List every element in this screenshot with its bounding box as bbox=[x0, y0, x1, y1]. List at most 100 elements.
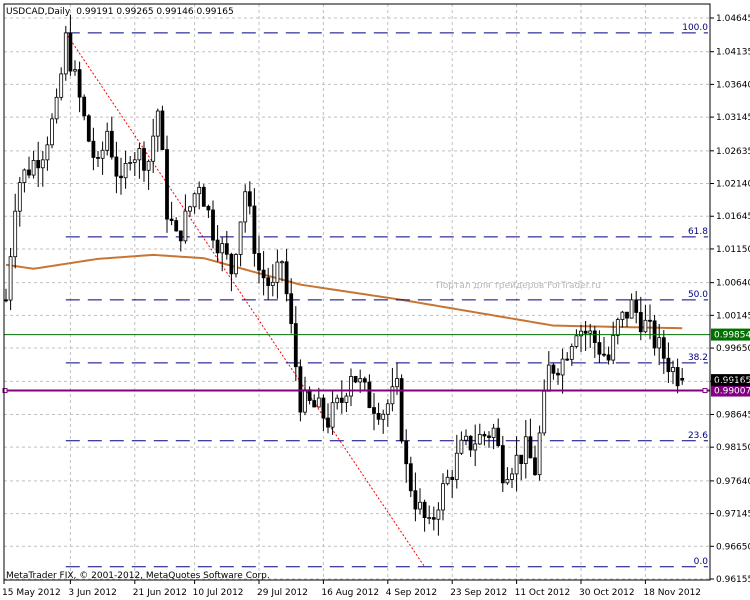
candle-body bbox=[192, 193, 197, 208]
candle bbox=[165, 135, 169, 233]
candle bbox=[96, 150, 100, 167]
y-tick-label: 1.02140 bbox=[716, 180, 750, 190]
candle bbox=[362, 376, 367, 391]
candle-body bbox=[459, 439, 464, 454]
candle-body bbox=[289, 293, 294, 324]
candle bbox=[574, 329, 579, 349]
candle bbox=[473, 424, 478, 467]
y-tick-label: 0.99145 bbox=[716, 377, 750, 387]
candle-body bbox=[234, 254, 238, 275]
candle-body bbox=[215, 239, 220, 254]
candle bbox=[602, 337, 606, 358]
candle-body bbox=[413, 490, 418, 510]
x-tick-label: 29 Jul 2012 bbox=[257, 588, 308, 598]
candle-body bbox=[27, 169, 31, 176]
candle-body bbox=[533, 457, 537, 476]
candle bbox=[50, 113, 54, 149]
candle-body bbox=[385, 403, 390, 415]
watermark: Портал для трейдеров ForTrader.ru bbox=[436, 281, 601, 291]
candle-body bbox=[13, 210, 18, 258]
candle-body bbox=[109, 130, 114, 158]
y-tick-label: 1.04135 bbox=[716, 48, 750, 58]
candle bbox=[77, 61, 82, 113]
candle bbox=[431, 506, 436, 531]
candle-body bbox=[160, 110, 165, 150]
x-tick-label: 21 Jun 2012 bbox=[133, 588, 187, 598]
candle-body bbox=[155, 110, 160, 137]
candle-body bbox=[473, 443, 478, 451]
candle bbox=[505, 467, 510, 485]
candle bbox=[266, 267, 271, 300]
price-chart[interactable]: 100.061.850.038.223.60.0 0.998540.990070… bbox=[0, 0, 750, 600]
candle-body bbox=[183, 210, 188, 242]
candle-body bbox=[436, 509, 441, 520]
candle-body bbox=[326, 417, 330, 428]
candle-body bbox=[77, 69, 82, 98]
candle-body bbox=[606, 354, 611, 361]
candle bbox=[22, 168, 27, 193]
candle-body bbox=[188, 206, 192, 212]
candle bbox=[533, 445, 537, 476]
candle-body bbox=[132, 159, 137, 163]
candle bbox=[556, 368, 560, 385]
candle bbox=[657, 323, 662, 366]
candle-body bbox=[445, 476, 450, 485]
chart-header: USDCAD,Daily 0.99191 0.99265 0.99146 0.99… bbox=[6, 7, 234, 17]
candle bbox=[13, 193, 18, 269]
candle-body bbox=[100, 149, 105, 159]
candle bbox=[629, 293, 634, 319]
candle-body bbox=[625, 311, 629, 319]
candle bbox=[620, 310, 625, 328]
y-tick-label: 0.97640 bbox=[716, 477, 750, 487]
candle bbox=[40, 151, 45, 187]
x-tick-label: 4 Sep 2012 bbox=[386, 588, 437, 598]
candle bbox=[482, 431, 487, 446]
candle bbox=[459, 431, 464, 455]
candle-body bbox=[523, 436, 528, 464]
candle bbox=[376, 402, 381, 425]
candle bbox=[597, 330, 602, 363]
candle-body bbox=[418, 501, 422, 510]
y-tick-label: 1.03145 bbox=[716, 113, 750, 123]
candle bbox=[500, 435, 505, 492]
candle bbox=[27, 156, 31, 179]
candle bbox=[514, 436, 519, 492]
y-tick-label: 1.04645 bbox=[716, 14, 750, 24]
candle-body bbox=[349, 376, 353, 397]
line-handle[interactable] bbox=[702, 388, 708, 394]
candle-body bbox=[178, 230, 183, 242]
candle-body bbox=[537, 432, 542, 476]
candle bbox=[36, 141, 41, 188]
candle bbox=[491, 423, 496, 450]
candle bbox=[528, 418, 533, 459]
candle bbox=[132, 152, 137, 177]
candle-body bbox=[657, 337, 662, 349]
candle-body bbox=[137, 148, 142, 161]
candle bbox=[422, 499, 427, 532]
candle bbox=[45, 136, 50, 171]
candle bbox=[17, 176, 22, 227]
x-tick-label: 11 Oct 2012 bbox=[515, 588, 571, 598]
candle bbox=[385, 399, 390, 427]
candle bbox=[468, 435, 473, 457]
candle bbox=[671, 360, 675, 385]
chart-window[interactable]: 100.0 61.8 50.0 38.2 23.6 0.0 0.99854 0.99007 0… bbox=[0, 0, 750, 600]
candle bbox=[169, 201, 174, 226]
candle bbox=[353, 375, 358, 384]
candle-body bbox=[54, 96, 59, 120]
candle bbox=[436, 502, 441, 536]
candle-body bbox=[399, 378, 404, 442]
candle-body bbox=[303, 389, 307, 413]
candle-body bbox=[367, 381, 372, 408]
candle-body bbox=[4, 299, 8, 302]
candle-body bbox=[243, 191, 248, 223]
candle-body bbox=[261, 269, 266, 279]
candle bbox=[105, 122, 110, 156]
candle-body bbox=[247, 191, 252, 207]
candle-body bbox=[376, 413, 381, 420]
candle bbox=[100, 141, 105, 175]
candle bbox=[546, 351, 551, 392]
candle bbox=[229, 252, 234, 292]
candle-body bbox=[496, 427, 501, 446]
x-tick-label: 3 Jun 2012 bbox=[68, 588, 116, 598]
